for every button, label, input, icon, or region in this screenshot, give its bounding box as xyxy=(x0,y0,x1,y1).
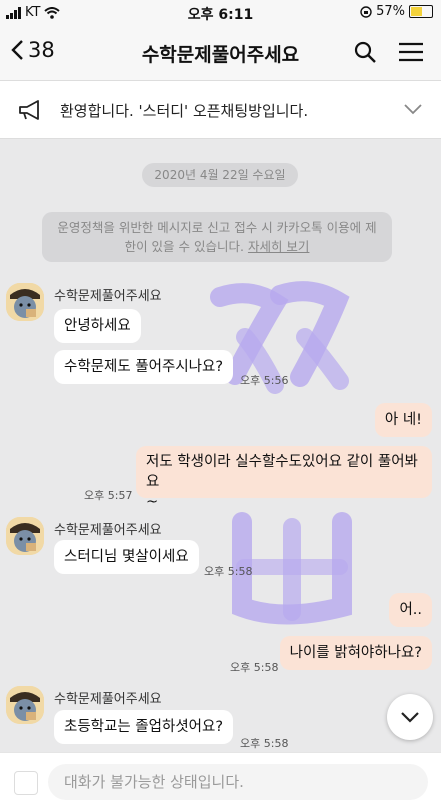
sender-name: 수학문제풀어주세요 xyxy=(54,692,162,707)
message-bubble-outgoing[interactable]: 나이를 밝혀야하나요? xyxy=(279,636,432,670)
message-time: 오후 5:58 xyxy=(230,661,279,674)
notice-banner[interactable]: 환영합니다. '스터디' 오픈채팅방입니다. xyxy=(0,81,441,139)
message-bubble-incoming[interactable]: 초등학교는 졸업하셧어요? xyxy=(54,710,234,744)
message-time: 오후 5:57 xyxy=(84,489,133,502)
attach-icon xyxy=(14,771,38,795)
message-bubble-incoming[interactable]: 스터디님 몇살이세요 xyxy=(54,540,199,574)
sender-name: 수학문제풀어주세요 xyxy=(54,289,162,304)
date-divider: 2020년 4월 22일 수요일 xyxy=(142,163,298,187)
message-input: 대화가 불가능한 상태입니다. xyxy=(48,764,428,800)
avatar[interactable] xyxy=(6,517,44,555)
avatar-character-icon xyxy=(6,283,44,321)
avatar[interactable] xyxy=(6,283,44,321)
message-time: 오후 5:58 xyxy=(204,565,253,578)
chevron-down-icon xyxy=(401,712,419,723)
search-icon[interactable] xyxy=(353,40,377,64)
message-time: 오후 5:58 xyxy=(240,737,289,750)
message-bubble-incoming[interactable]: 안녕하세요 xyxy=(54,309,141,343)
battery-percent: 57% xyxy=(376,4,405,19)
message-bubble-incoming[interactable]: 수학문제도 풀어주시나요? xyxy=(54,350,234,384)
sender-name: 수학문제풀어주세요 xyxy=(54,523,162,538)
input-bar: 대화가 불가능한 상태입니다. xyxy=(0,752,441,811)
message-bubble-outgoing[interactable]: 저도 학생이라 실수할수도있어요 같이 풀어봐요 ~ xyxy=(136,446,432,510)
megaphone-icon xyxy=(19,100,39,120)
message-bubble-outgoing[interactable]: 어.. xyxy=(389,593,432,627)
menu-icon[interactable] xyxy=(398,40,424,64)
scroll-to-bottom-button[interactable] xyxy=(387,694,433,740)
message-time: 오후 5:56 xyxy=(240,374,289,387)
avatar-character-icon xyxy=(6,517,44,555)
system-message-line2-wrap: 한이 있을 수 있습니다. 자세히 보기 xyxy=(42,237,392,256)
rotation-lock-icon xyxy=(360,5,372,18)
avatar-character-icon xyxy=(6,686,44,724)
chevron-down-icon[interactable] xyxy=(403,99,423,119)
system-message-line2: 한이 있을 수 있습니다. xyxy=(124,239,244,254)
message-line: 저도 학생이라 실수할수도있어요 같이 풀어봐요 xyxy=(146,454,418,490)
message-bubble-outgoing[interactable]: 아 네! xyxy=(374,403,432,437)
details-link[interactable]: 자세히 보기 xyxy=(248,239,309,254)
status-right: 57% xyxy=(360,4,433,19)
chat-header: 38 수학문제풀어주세요 xyxy=(0,26,441,81)
status-bar: KT 오후 6:11 57% xyxy=(0,0,441,26)
avatar[interactable] xyxy=(6,686,44,724)
message-line: ~ xyxy=(146,494,159,510)
notice-text: 환영합니다. '스터디' 오픈채팅방입니다. xyxy=(60,102,309,120)
battery-icon xyxy=(409,5,433,18)
system-message-line1: 운영정책을 위반한 메시지로 신고 접수 시 카카오톡 이용에 제 xyxy=(57,220,377,235)
system-message: 운영정책을 위반한 메시지로 신고 접수 시 카카오톡 이용에 제 한이 있을 … xyxy=(42,212,392,262)
